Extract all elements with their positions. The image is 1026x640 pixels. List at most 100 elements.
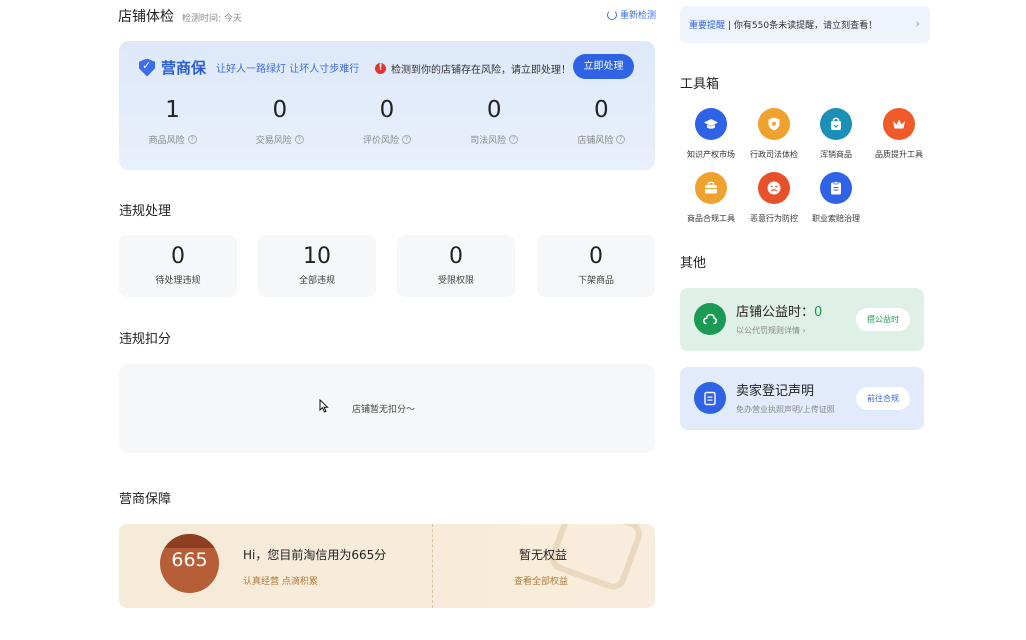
- stat-value: 0: [594, 97, 609, 123]
- stat-label: 评价风险: [362, 136, 399, 146]
- violation-card-pending[interactable]: 0 待处理违规: [119, 235, 237, 297]
- help-icon[interactable]: ?: [187, 135, 197, 144]
- tool-ip-market[interactable]: 知识产权市场: [681, 108, 741, 160]
- tool-sales-goods[interactable]: 浑销商品: [806, 108, 866, 160]
- bag-icon: [820, 108, 852, 140]
- tool-label: 商品合规工具: [687, 214, 735, 223]
- stat-value: 0: [379, 97, 395, 123]
- welfare-title-text: 店铺公益时：: [736, 305, 815, 320]
- welfare-card[interactable]: 店铺公益时：0 以公代罚规则详情 › 攒公益时: [680, 288, 924, 351]
- tool-label: 知识产权市场: [687, 150, 735, 159]
- sad-face-icon: [758, 172, 790, 204]
- alert-icon: !: [375, 63, 386, 74]
- stat-label: 交易风险: [255, 136, 292, 146]
- divider: [432, 524, 433, 608]
- tool-label: 浑销商品: [820, 150, 852, 159]
- stat-value: 1: [165, 97, 180, 123]
- help-icon[interactable]: ?: [616, 135, 626, 144]
- health-header: 店铺体检 检测时间: 今天: [118, 6, 242, 26]
- credit-score-value: 665: [171, 549, 208, 571]
- other-title: 其他: [680, 256, 707, 271]
- stat-review-risk[interactable]: 0 评价风险?: [333, 95, 440, 146]
- refresh-button[interactable]: 重新检测: [607, 8, 656, 21]
- violation-value: 0: [449, 244, 463, 269]
- cloud-icon: [694, 303, 726, 335]
- important-notice-bar[interactable]: 重要提醒 | 你有550条未读提醒，请立刻查看！ ›: [680, 6, 930, 43]
- brand-logo: 营商保 让好人一路绿灯 让坏人寸步难行: [139, 57, 359, 78]
- guarantee-card: 665 Hi，您目前淘信用为665分 认真经营 点滴积累 暂无权益 查看全部权益: [119, 524, 655, 608]
- stat-label: 商品风险: [148, 136, 185, 146]
- clipboard-icon: [694, 382, 726, 414]
- tool-label: 行政司法体检: [750, 150, 798, 159]
- toolbox-title: 工具箱: [680, 77, 720, 92]
- declaration-subtext: 免办营业执照声明/上传证照: [736, 405, 835, 414]
- brand-name: 营商保: [161, 59, 207, 77]
- welfare-rule-link[interactable]: 以公代罚规则详情 ›: [736, 325, 806, 336]
- tool-label: 恶意行为防控: [750, 214, 798, 223]
- mouse-cursor-icon: [319, 399, 329, 413]
- violation-label: 待处理违规: [155, 276, 201, 286]
- tool-claim-governance[interactable]: 职业索赔治理: [806, 172, 866, 224]
- risk-message: ! 检测到你的店铺存在风险，请立即处理！: [375, 61, 571, 76]
- credit-subtext: 认真经营 点滴积累: [243, 577, 318, 587]
- tool-compliance[interactable]: 商品合规工具: [681, 172, 741, 224]
- briefcase-icon: [695, 172, 727, 204]
- shield-logo-icon: [139, 58, 155, 77]
- stat-shop-risk[interactable]: 0 店铺风险?: [548, 95, 655, 146]
- violation-card-all[interactable]: 10 全部违规: [258, 235, 376, 297]
- welfare-value: 0: [814, 305, 823, 320]
- notice-text: | 你有550条未读提醒，请立刻查看！: [728, 21, 878, 31]
- graduation-cap-icon: [695, 108, 727, 140]
- credit-score-badge: 665: [160, 534, 219, 593]
- health-card: 营商保 让好人一路绿灯 让坏人寸步难行 ! 检测到你的店铺存在风险，请立即处理！…: [119, 41, 655, 170]
- no-rights-text: 暂无权益: [519, 548, 568, 562]
- chevron-right-icon: ›: [915, 17, 920, 30]
- violation-value: 10: [303, 244, 331, 269]
- violation-label: 下架商品: [577, 276, 614, 286]
- check-time: 检测时间: 今天: [182, 14, 242, 24]
- stat-judicial-risk[interactable]: 0 司法风险?: [441, 95, 548, 146]
- risk-stats: 1 商品风险? 0 交易风险? 0 评价风险? 0 司法风险? 0 店铺风险?: [119, 95, 655, 146]
- violation-label: 受限权限: [437, 276, 474, 286]
- deduction-empty-text: 店铺暂无扣分～: [352, 405, 416, 415]
- stat-trade-risk[interactable]: 0 交易风险?: [226, 95, 333, 146]
- declaration-title: 卖家登记声明: [736, 384, 815, 399]
- tool-quality[interactable]: 品质提升工具: [869, 108, 929, 160]
- credit-greeting: Hi，您目前淘信用为665分: [243, 548, 387, 562]
- health-title: 店铺体检: [118, 9, 174, 25]
- stat-label: 店铺风险: [577, 136, 614, 146]
- violation-card-restricted[interactable]: 0 受限权限: [397, 235, 515, 297]
- go-compliance-button[interactable]: 前往合规: [856, 387, 910, 410]
- help-icon[interactable]: ?: [509, 135, 519, 144]
- violation-title: 违规处理: [119, 204, 172, 219]
- view-all-rights-link[interactable]: 查看全部权益: [514, 574, 568, 587]
- welfare-title: 店铺公益时：0: [736, 301, 822, 320]
- violation-label: 全部违规: [298, 276, 335, 286]
- stat-value: 0: [486, 97, 502, 123]
- notice-highlight: 重要提醒: [689, 21, 726, 31]
- stat-value: 0: [272, 97, 288, 123]
- violation-value: 0: [171, 244, 185, 269]
- violation-value: 0: [589, 244, 603, 269]
- document-icon: [820, 172, 852, 204]
- crown-icon: [883, 108, 915, 140]
- help-icon[interactable]: ?: [401, 135, 411, 144]
- risk-message-text: 检测到你的店铺存在风险，请立即处理！: [391, 65, 571, 76]
- guarantee-title: 营商保障: [119, 492, 172, 507]
- deduction-title: 违规扣分: [119, 332, 172, 347]
- violation-card-delisted[interactable]: 0 下架商品: [537, 235, 655, 297]
- handle-now-button[interactable]: 立即处理: [573, 54, 634, 79]
- declaration-card[interactable]: 卖家登记声明 免办营业执照声明/上传证照 前往合规: [680, 367, 924, 430]
- shield-icon: [758, 108, 790, 140]
- deduction-panel: 店铺暂无扣分～: [119, 364, 655, 453]
- tool-admin-check[interactable]: 行政司法体检: [744, 108, 804, 160]
- help-icon[interactable]: ?: [294, 135, 304, 144]
- refresh-label: 重新检测: [620, 11, 657, 21]
- tool-label: 职业索赔治理: [812, 214, 860, 223]
- stat-product-risk[interactable]: 1 商品风险?: [119, 95, 226, 146]
- stat-label: 司法风险: [470, 136, 507, 146]
- refresh-icon: [607, 9, 617, 20]
- earn-welfare-button[interactable]: 攒公益时: [856, 308, 910, 331]
- tool-malicious-prevention[interactable]: 恶意行为防控: [744, 172, 804, 224]
- brand-slogan: 让好人一路绿灯 让坏人寸步难行: [216, 64, 360, 75]
